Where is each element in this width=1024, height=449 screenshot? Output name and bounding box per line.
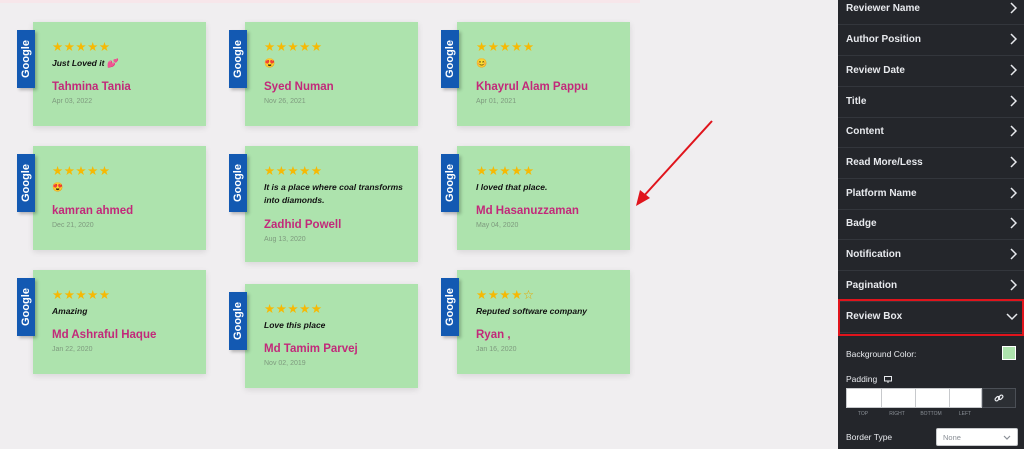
padding-left-label: LEFT bbox=[958, 411, 972, 417]
chevron-right-icon bbox=[1010, 33, 1018, 45]
google-badge: Google bbox=[441, 154, 459, 212]
reviewer-name[interactable]: kamran ahmed bbox=[52, 205, 133, 217]
star-rating: ★★★★★ bbox=[52, 288, 111, 302]
reviewer-name[interactable]: Tahmina Tania bbox=[52, 81, 131, 93]
padding-left-input[interactable] bbox=[949, 389, 982, 407]
review-date: Aug 13, 2020 bbox=[264, 236, 306, 243]
monitor-icon bbox=[883, 376, 892, 384]
review-date: Nov 02, 2019 bbox=[264, 360, 306, 367]
padding-label: Padding bbox=[846, 374, 892, 384]
section-read-more-less[interactable]: Read More/Less bbox=[838, 148, 1024, 179]
section-badge[interactable]: Badge bbox=[838, 209, 1024, 240]
padding-bottom-input[interactable] bbox=[915, 389, 950, 407]
reviewer-name[interactable]: Md Hasanuzzaman bbox=[476, 205, 579, 217]
review-card[interactable]: Google ★★★★★ I loved that place. Md Hasa… bbox=[441, 146, 630, 250]
padding-bottom-label: BOTTOM bbox=[920, 411, 942, 417]
google-badge: Google bbox=[229, 154, 247, 212]
section-title[interactable]: Title bbox=[838, 87, 1024, 118]
padding-top-input[interactable] bbox=[847, 389, 882, 407]
section-review-date[interactable]: Review Date bbox=[838, 56, 1024, 87]
review-date: Jan 16, 2020 bbox=[476, 346, 517, 353]
review-card[interactable]: Google ★★★★★ It is a place where coal tr… bbox=[229, 146, 418, 262]
star-rating: ★★★★★ bbox=[264, 40, 323, 54]
star-rating: ★★★★★ bbox=[476, 40, 535, 54]
padding-link-button[interactable] bbox=[982, 388, 1016, 408]
review-card[interactable]: Google ★★★★★ Love this place Md Tamim Pa… bbox=[229, 284, 418, 388]
review-box-highlight bbox=[838, 299, 1024, 336]
link-icon bbox=[994, 394, 1004, 402]
chevron-right-icon bbox=[1010, 95, 1018, 107]
google-badge: Google bbox=[17, 278, 35, 336]
reviewer-name[interactable]: Md Ashraful Haque bbox=[52, 329, 156, 341]
padding-top-label: TOP bbox=[857, 411, 869, 417]
section-platform-name[interactable]: Platform Name bbox=[838, 179, 1024, 210]
review-card[interactable]: Google ★★★★★ 😊 Khayrul Alam Pappu Apr 01… bbox=[441, 22, 630, 126]
star-rating: ★★★★★ bbox=[476, 164, 535, 178]
preview-canvas: Google ★★★★★ Just Loved it 💕 Tahmina Tan… bbox=[0, 0, 838, 449]
review-text: 😍 bbox=[264, 58, 276, 68]
review-date: Dec 21, 2020 bbox=[52, 222, 94, 229]
review-date: Apr 01, 2021 bbox=[476, 98, 517, 105]
settings-panel: Reviewer Name Author Position Review Dat… bbox=[838, 0, 1024, 449]
star-rating: ★★★★★ bbox=[264, 302, 323, 316]
google-badge: Google bbox=[17, 30, 35, 88]
review-card[interactable]: Google ★★★★★ 😍 Syed Numan Nov 26, 2021 bbox=[229, 22, 418, 126]
review-text: Just Loved it 💕 bbox=[52, 58, 118, 68]
chevron-right-icon bbox=[1010, 187, 1018, 199]
section-notification[interactable]: Notification bbox=[838, 240, 1024, 271]
star-rating: ★★★★★ bbox=[52, 40, 111, 54]
review-date: Nov 26, 2021 bbox=[264, 98, 306, 105]
padding-right-label: RIGHT bbox=[889, 411, 905, 417]
chevron-right-icon bbox=[1010, 156, 1018, 168]
background-color-label: Background Color: bbox=[846, 349, 917, 359]
top-border-line bbox=[0, 0, 640, 3]
border-type-label: Border Type bbox=[846, 432, 893, 442]
chevron-right-icon bbox=[1010, 248, 1018, 260]
chevron-right-icon bbox=[1010, 64, 1018, 76]
google-badge: Google bbox=[441, 30, 459, 88]
review-text: 😊 bbox=[476, 58, 488, 68]
reviewer-name[interactable]: Md Tamim Parvej bbox=[264, 343, 358, 355]
review-date: May 04, 2020 bbox=[476, 222, 519, 229]
review-card[interactable]: Google ★★★★★ Amazing Md Ashraful Haque J… bbox=[17, 270, 206, 374]
star-rating: ★★★★★ bbox=[52, 164, 111, 178]
review-card[interactable]: Google ★★★★☆ Reputed software company Ry… bbox=[441, 270, 630, 374]
section-author-position[interactable]: Author Position bbox=[838, 25, 1024, 56]
chevron-down-icon bbox=[1003, 435, 1011, 440]
chevron-right-icon bbox=[1010, 279, 1018, 291]
annotation-arrow-icon bbox=[636, 120, 713, 206]
star-rating: ★★★★★ bbox=[264, 164, 323, 178]
google-badge: Google bbox=[17, 154, 35, 212]
review-date: Jan 22, 2020 bbox=[52, 346, 93, 353]
review-card[interactable]: Google ★★★★★ 😍 kamran ahmed Dec 21, 2020 bbox=[17, 146, 206, 250]
review-text: Reputed software company bbox=[476, 306, 587, 316]
background-color-swatch[interactable] bbox=[1002, 346, 1016, 360]
review-text: It is a place where coal transforms into… bbox=[264, 182, 403, 205]
review-date: Apr 03, 2022 bbox=[52, 98, 93, 105]
review-card[interactable]: Google ★★★★★ Just Loved it 💕 Tahmina Tan… bbox=[17, 22, 206, 126]
section-reviewer-name[interactable]: Reviewer Name bbox=[838, 0, 1024, 25]
star-rating: ★★★★☆ bbox=[476, 288, 535, 302]
reviewer-name[interactable]: Zadhid Powell bbox=[264, 219, 341, 231]
google-badge: Google bbox=[441, 278, 459, 336]
border-type-select[interactable]: None bbox=[936, 428, 1018, 446]
review-text: Love this place bbox=[264, 320, 326, 330]
reviewer-name[interactable]: Syed Numan bbox=[264, 81, 334, 93]
review-text: I loved that place. bbox=[476, 182, 548, 192]
chevron-right-icon bbox=[1010, 125, 1018, 137]
section-content[interactable]: Content bbox=[838, 117, 1024, 148]
section-pagination[interactable]: Pagination bbox=[838, 271, 1024, 302]
chevron-right-icon bbox=[1010, 2, 1018, 14]
review-text: 😍 bbox=[52, 182, 64, 192]
google-badge: Google bbox=[229, 292, 247, 350]
review-text: Amazing bbox=[52, 306, 88, 316]
padding-inputs bbox=[846, 388, 982, 408]
reviewer-name[interactable]: Ryan , bbox=[476, 329, 511, 341]
reviewer-name[interactable]: Khayrul Alam Pappu bbox=[476, 81, 588, 93]
padding-right-input[interactable] bbox=[881, 389, 916, 407]
chevron-right-icon bbox=[1010, 217, 1018, 229]
google-badge: Google bbox=[229, 30, 247, 88]
